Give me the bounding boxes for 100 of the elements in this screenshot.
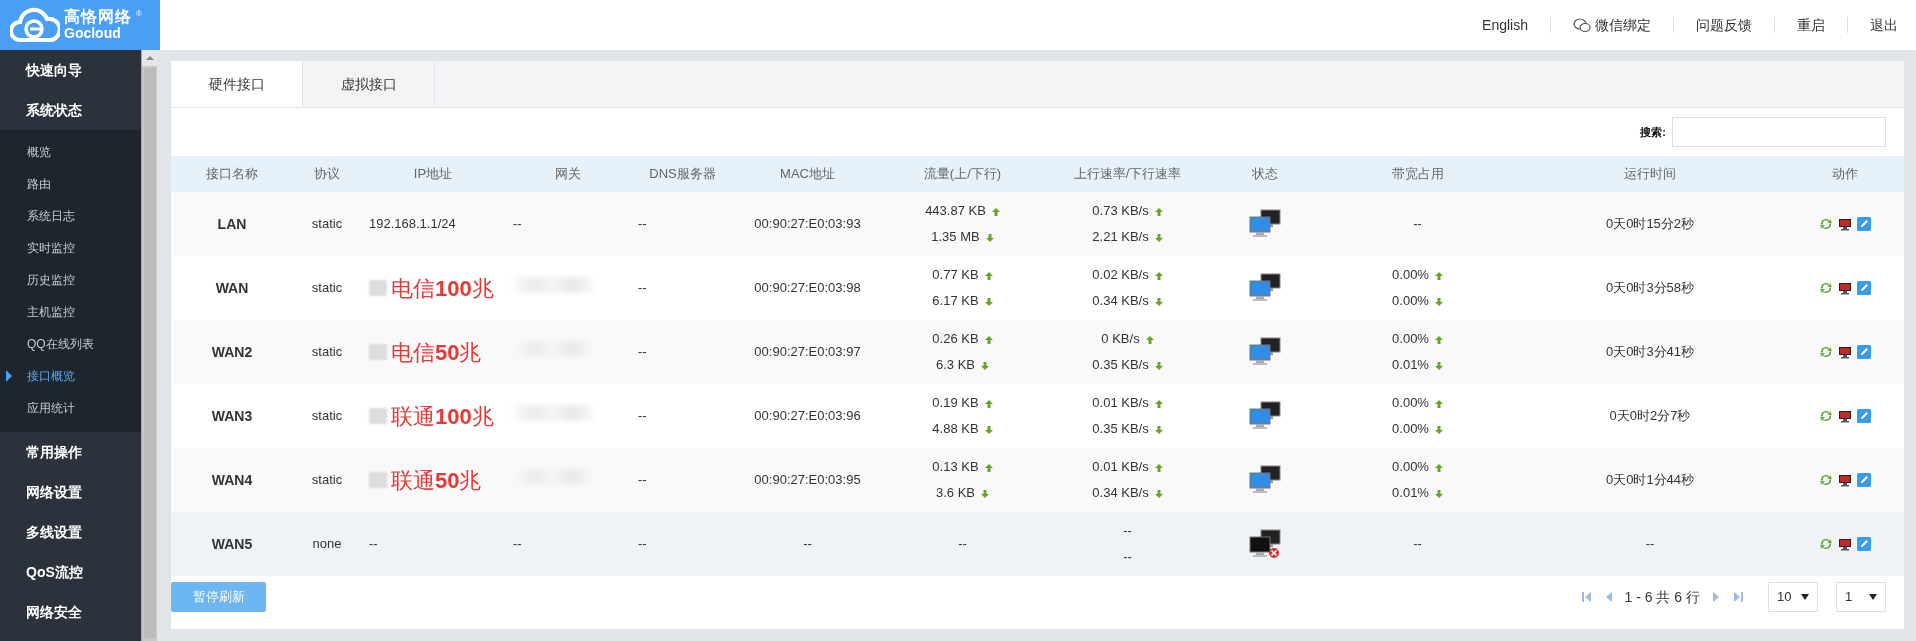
table-cell-text: 0 KB/s xyxy=(1101,331,1140,346)
table-cell-text: 0.26 KB xyxy=(932,331,979,346)
monitor-icon[interactable] xyxy=(1837,281,1852,295)
table-cell-text: -- xyxy=(1413,216,1422,231)
annotation-text: 电信50兆 xyxy=(391,338,482,367)
sidebar-subitem[interactable]: 主机监控 xyxy=(0,296,141,328)
table-cell-text: -- xyxy=(513,536,522,552)
table-cell-text: 443.87 KB xyxy=(925,203,986,218)
tab[interactable]: 硬件接口 xyxy=(171,61,303,107)
annotation-text: 联通50兆 xyxy=(391,466,482,495)
table-cell-text: -- xyxy=(1413,536,1422,551)
monitor-icon[interactable] xyxy=(1837,537,1852,551)
table-cell-text: WAN3 xyxy=(211,407,253,424)
table-cell-text: 2.21 KB/s xyxy=(1092,229,1149,244)
sidebar-item[interactable]: 快速向导 xyxy=(0,50,141,90)
column-header[interactable]: IP地址 xyxy=(413,166,453,182)
sidebar-item[interactable]: QoS流控 xyxy=(0,552,141,592)
table-cell-text: -- xyxy=(513,216,522,232)
wechat-bind-link[interactable]: 微信绑定 xyxy=(1573,14,1651,36)
column-header[interactable]: 网关 xyxy=(554,166,581,182)
last-page-icon[interactable] xyxy=(1732,591,1744,603)
table-cell-text: 0.00% xyxy=(1392,395,1429,410)
sidebar-item[interactable]: 常用操作 xyxy=(0,432,141,472)
column-header[interactable]: 协议 xyxy=(314,166,340,182)
table-cell-text: -- xyxy=(638,280,647,296)
table-cell-text: -- xyxy=(1123,549,1132,564)
table-cell-text: 4.88 KB xyxy=(932,421,979,436)
sidebar-subitem[interactable]: 路由 xyxy=(0,168,141,200)
table-cell-text: 0.73 KB/s xyxy=(1092,203,1149,218)
table-cell-text: LAN xyxy=(217,215,247,232)
column-header[interactable]: MAC地址 xyxy=(780,166,835,182)
column-header[interactable]: 带宽占用 xyxy=(1391,166,1444,182)
sidebar-subitem[interactable]: 系统日志 xyxy=(0,200,141,232)
table-cell-text: 0.35 KB/s xyxy=(1092,357,1149,372)
monitor-icon[interactable] xyxy=(1837,409,1852,423)
sidebar-item[interactable]: 网络设置 xyxy=(0,472,141,512)
annotation-text: 电信100兆 xyxy=(391,274,494,303)
top-link[interactable]: 问题反馈 xyxy=(1696,14,1752,36)
scrollbar[interactable] xyxy=(141,50,157,641)
table-cell-text: 0.34 KB/s xyxy=(1092,293,1149,308)
sidebar-subitem[interactable]: 实时监控 xyxy=(0,232,141,264)
table-cell-text: -- xyxy=(638,536,647,552)
sidebar-subitem[interactable]: 概览 xyxy=(0,136,141,168)
table-cell-text: 00:90:27:E0:03:93 xyxy=(754,216,861,232)
sidebar-item[interactable]: 系统状态 xyxy=(0,90,141,130)
monitor-icon[interactable] xyxy=(1837,345,1852,359)
table-cell-text: -- xyxy=(638,216,647,232)
sidebar-subitem[interactable]: 应用统计 xyxy=(0,392,141,424)
sidebar-subitem[interactable]: 历史监控 xyxy=(0,264,141,296)
table-cell-text: 0天0时15分2秒 xyxy=(1605,216,1695,232)
table-cell-text: 0天0时3分41秒 xyxy=(1605,344,1695,360)
table-cell-text: -- xyxy=(638,472,647,488)
monitor-icon[interactable] xyxy=(1837,473,1852,487)
table-cell-text: 0天0时1分44秒 xyxy=(1605,472,1695,488)
top-link[interactable]: 重启 xyxy=(1797,14,1825,36)
search-field[interactable] xyxy=(1672,117,1886,147)
top-link[interactable]: English xyxy=(1482,14,1528,36)
table-cell-text: 0.01 KB/s xyxy=(1092,459,1149,474)
table-cell-text: 0.01% xyxy=(1392,357,1429,372)
table-cell-text: 00:90:27:E0:03:98 xyxy=(754,280,861,296)
table-cell-text: 0天0时2分7秒 xyxy=(1609,408,1691,424)
table-cell-text: -- xyxy=(1123,523,1132,538)
top-link[interactable]: 退出 xyxy=(1870,14,1898,36)
table-cell-text: 1.35 MB xyxy=(931,229,980,244)
table-cell-text: none xyxy=(312,536,342,552)
table-cell-text: 0.19 KB xyxy=(932,395,979,410)
table-cell-text: 0.35 KB/s xyxy=(1092,421,1149,436)
search-label: 搜索: xyxy=(1640,124,1666,140)
sidebar-item[interactable]: 多线设置 xyxy=(0,512,141,552)
table-cell-text: 192.168.1.1/24 xyxy=(369,216,456,232)
dropdown-caret-icon xyxy=(1869,594,1877,600)
table-cell-text: 00:90:27:E0:03:96 xyxy=(754,408,861,424)
table-cell-text: 0.77 KB xyxy=(932,267,979,282)
table-cell-text: 00:90:27:E0:03:97 xyxy=(754,344,861,360)
table-cell-text: 0.00% xyxy=(1392,293,1429,308)
pagination-summary: 1 - 6 共 6 行 xyxy=(1624,587,1700,607)
sidebar-subitem[interactable]: 接口概览 xyxy=(0,360,141,392)
column-header[interactable]: 接口名称 xyxy=(206,166,258,182)
table-cell-text: static xyxy=(311,344,343,360)
table-cell-text: WAN5 xyxy=(211,535,253,552)
page-size-select[interactable]: 10 xyxy=(1768,582,1818,612)
first-page-icon[interactable] xyxy=(1580,591,1593,603)
column-header[interactable]: 运行时间 xyxy=(1624,166,1676,182)
column-header[interactable]: 动作 xyxy=(1831,166,1858,182)
table-cell-text: 00:90:27:E0:03:95 xyxy=(754,472,861,488)
page-select[interactable]: 1 xyxy=(1836,582,1886,612)
column-header[interactable]: 状态 xyxy=(1252,166,1278,182)
table-cell-text: 0.00% xyxy=(1392,459,1429,474)
registered-mark: ® xyxy=(136,8,142,20)
table-cell-text: -- xyxy=(803,536,812,552)
table-cell-text: 6.3 KB xyxy=(936,357,975,372)
logo-name: 高恪网络 xyxy=(64,9,132,27)
table-cell-text: 0.13 KB xyxy=(932,459,979,474)
sidebar-subitem[interactable]: QQ在线列表 xyxy=(0,328,141,360)
table-cell-text: 6.17 KB xyxy=(932,293,979,308)
monitor-icon[interactable] xyxy=(1837,217,1852,231)
sidebar-item[interactable]: 网络安全 xyxy=(0,592,141,632)
table-cell-text: WAN xyxy=(215,279,249,296)
active-marker-icon xyxy=(6,370,12,382)
logo-brand: Gocloud xyxy=(64,26,122,41)
